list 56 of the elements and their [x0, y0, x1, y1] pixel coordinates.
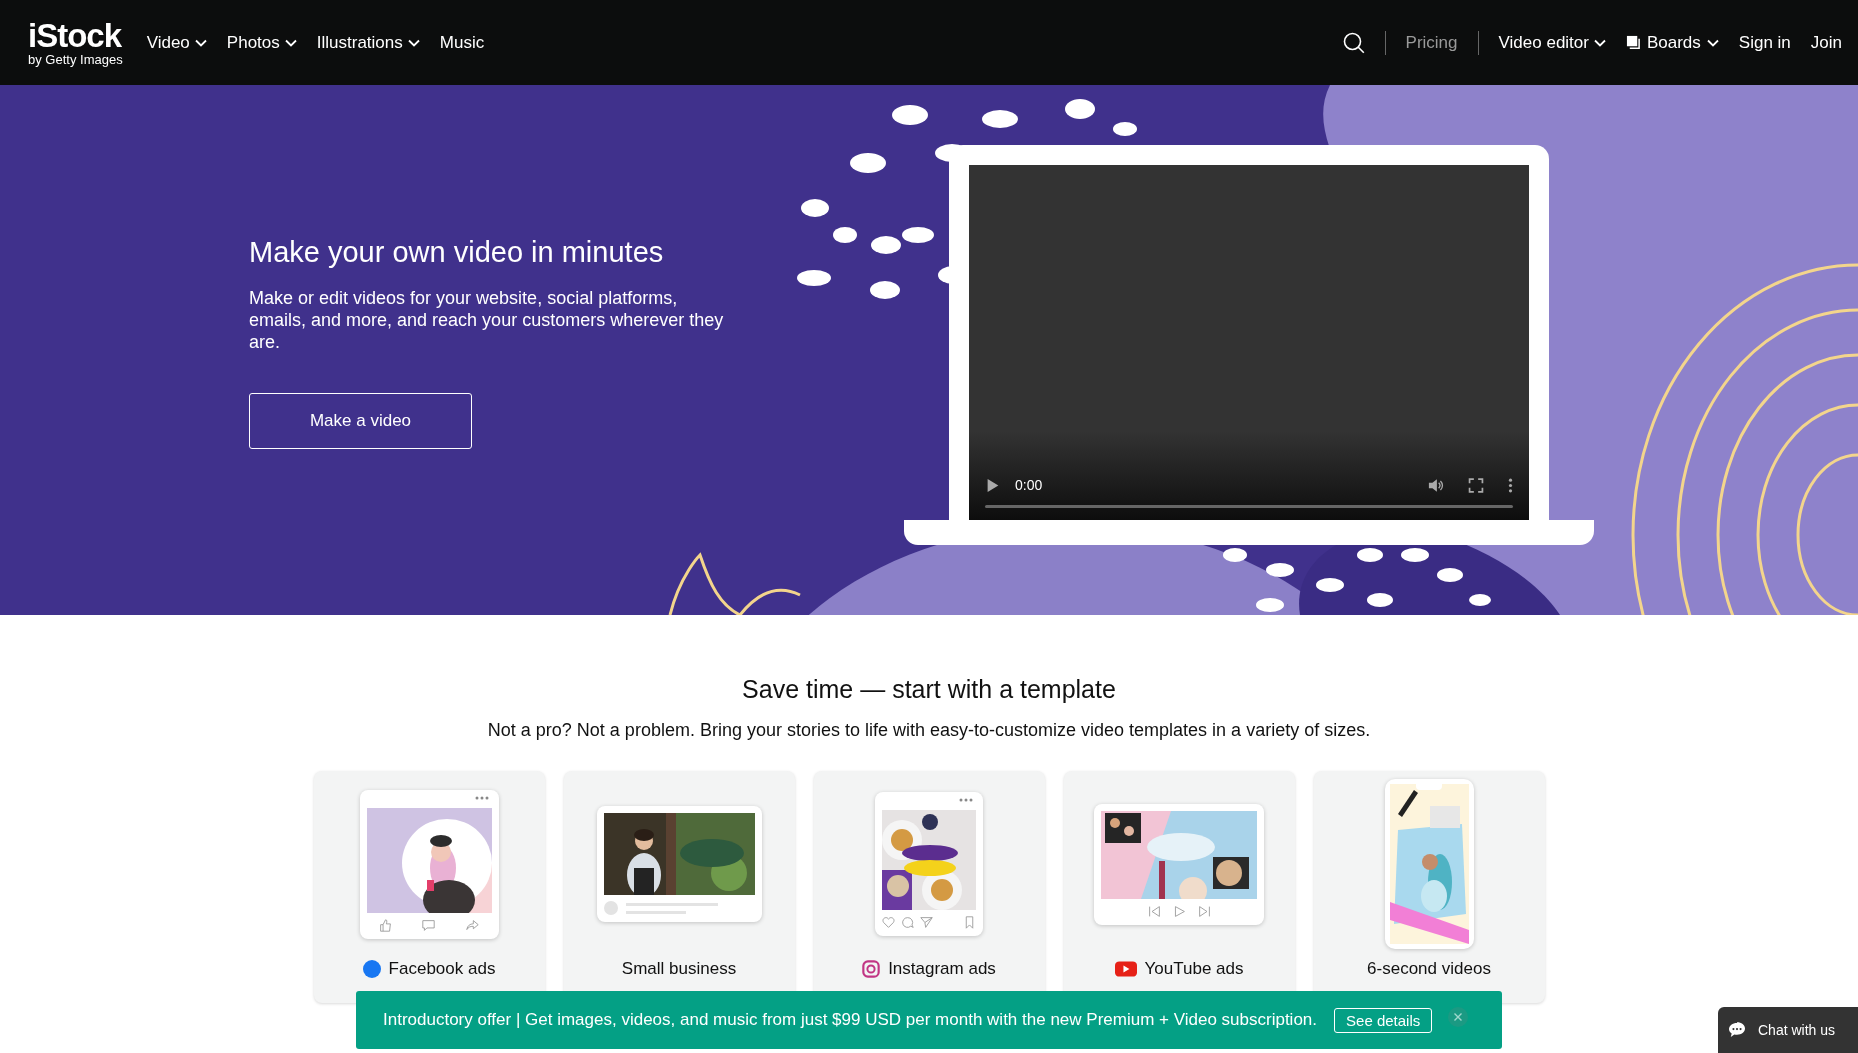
template-label: Facebook ads	[388, 959, 496, 979]
promo-text: Introductory offer | Get images, videos, and music from just $99 USD per month with the new Premium + Video subscription.	[383, 1010, 1318, 1030]
template-card[interactable]: 6-second videos	[1313, 771, 1545, 1003]
istock-logo[interactable]: iStock by Getty Images	[28, 19, 123, 66]
skip-forward-icon	[1197, 904, 1211, 918]
thumbs-up-icon	[378, 918, 392, 932]
nav-link[interactable]: Illustrations	[316, 32, 420, 53]
logo-tagline: by Getty Images	[28, 53, 123, 66]
nav-link[interactable]: Pricing	[1405, 32, 1458, 53]
chat-bubble-icon	[1728, 1022, 1746, 1038]
section-heading: Save time — start with a template	[742, 675, 1116, 704]
chevron-down-icon	[284, 38, 297, 47]
play-icon	[1172, 904, 1186, 918]
nav-link[interactable]: Video	[146, 32, 207, 53]
more-options-icon[interactable]	[1508, 477, 1513, 493]
skip-back-icon	[1147, 904, 1161, 918]
template-label: Instagram ads	[888, 959, 996, 979]
hero-description: Make or edit videos for your website, social platforms, emails, and more, and reach your customers wherever they are.	[249, 287, 725, 353]
template-label: YouTube ads	[1144, 959, 1244, 979]
template-card[interactable]: Facebook ads	[313, 771, 545, 1003]
nav-link[interactable]: Sign in	[1738, 32, 1791, 53]
volume-icon[interactable]	[1428, 477, 1444, 493]
chevron-down-icon	[1593, 38, 1606, 47]
video-time: 0:00	[1015, 477, 1043, 493]
more-options-icon	[959, 798, 973, 802]
video-editor-menu[interactable]: Video editor	[1498, 32, 1606, 53]
search-icon[interactable]	[1342, 31, 1365, 54]
template-label: Small business	[621, 959, 737, 979]
fullscreen-icon[interactable]	[1468, 477, 1484, 493]
send-icon	[920, 916, 933, 929]
phone-speaker-icon	[1416, 784, 1442, 790]
instagram-icon	[862, 960, 881, 978]
facebook-icon	[362, 960, 381, 978]
template-label: 6-second videos	[1367, 959, 1491, 979]
section-description: Not a pro? Not a problem. Bring your stories to life with easy-to-customize video templates in a variety of sizes.	[487, 720, 1371, 741]
share-icon	[466, 918, 480, 932]
chat-button[interactable]: Chat with us	[1718, 1007, 1858, 1053]
comment-icon	[901, 916, 914, 929]
avatar-placeholder	[603, 901, 618, 915]
comment-icon	[422, 918, 436, 932]
more-options-icon	[474, 795, 489, 800]
make-video-button[interactable]: Make a video	[249, 393, 472, 449]
bookmark-icon	[963, 916, 976, 929]
hero-heading: Make your own video in minutes	[249, 236, 665, 269]
play-icon[interactable]	[985, 477, 1001, 493]
chevron-down-icon	[1706, 38, 1719, 47]
nav-link[interactable]: Music	[439, 32, 485, 53]
chevron-down-icon	[407, 38, 420, 47]
stacked-squares-icon	[1625, 35, 1641, 50]
nav-link[interactable]: Photos	[226, 32, 297, 53]
logo-wordmark: iStock	[28, 19, 123, 52]
chevron-down-icon	[194, 38, 207, 47]
heart-icon	[882, 916, 895, 929]
boards-menu[interactable]: Boards	[1625, 32, 1719, 53]
nav-link[interactable]: Join	[1810, 32, 1842, 53]
youtube-icon	[1114, 961, 1137, 977]
